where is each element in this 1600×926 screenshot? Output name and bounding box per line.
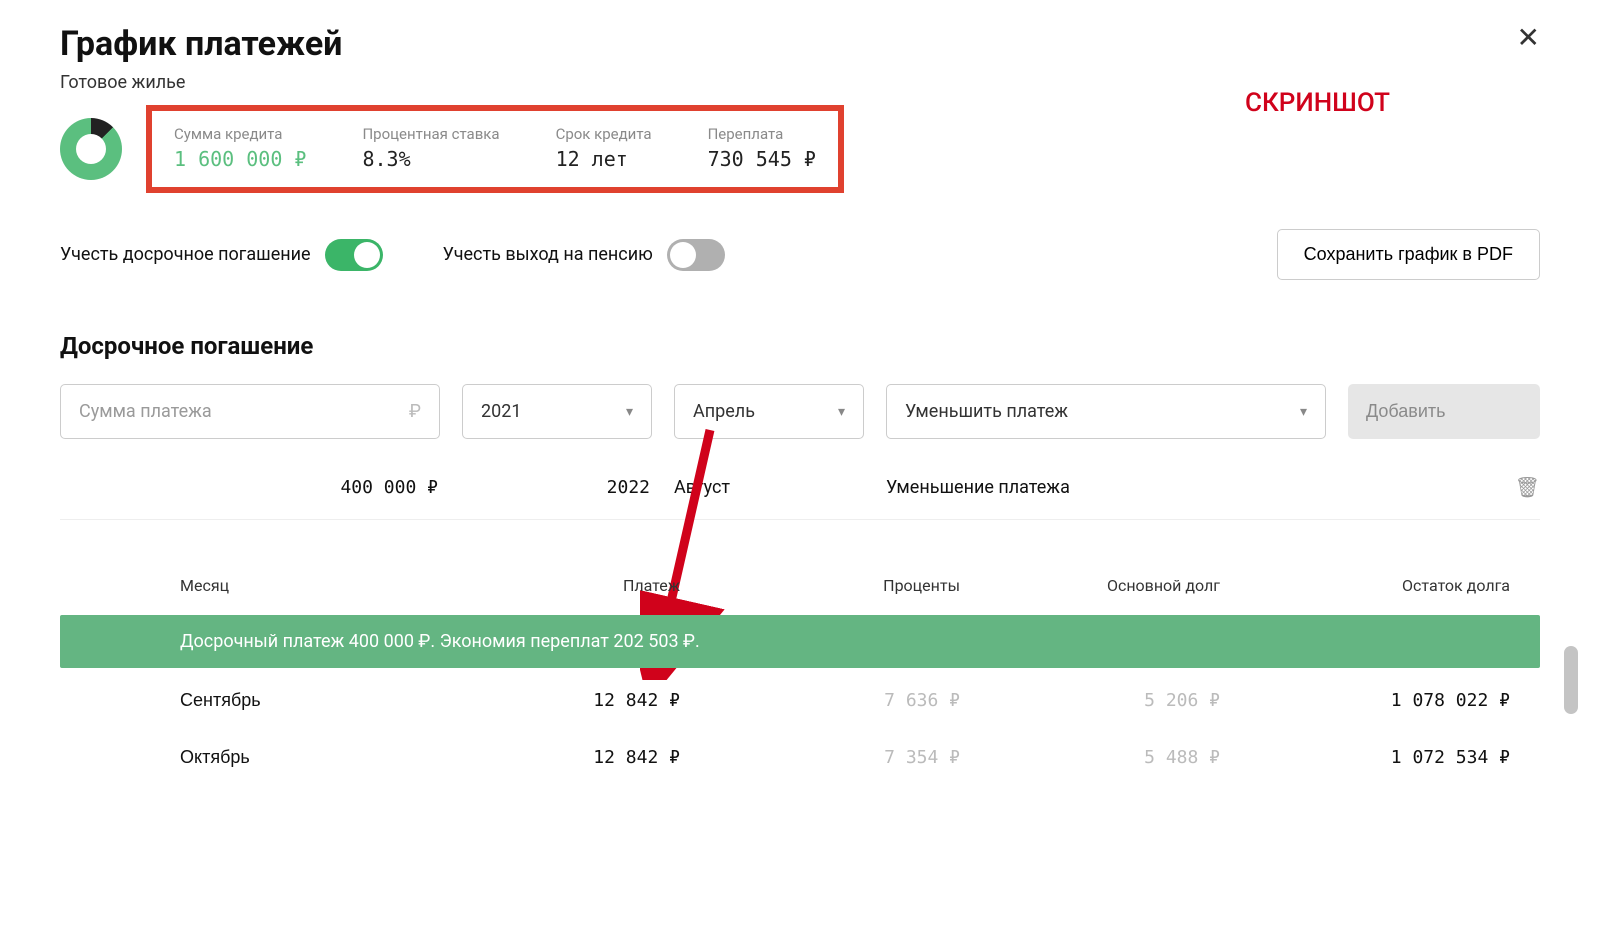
- cell-interest: 7 354 ₽: [680, 747, 960, 768]
- existing-year: 2022: [462, 477, 674, 498]
- existing-amount: 400 000 ₽: [60, 477, 462, 498]
- scrollbar-thumb[interactable]: [1564, 646, 1578, 714]
- repayment-action-select[interactable]: Уменьшить платеж ▾: [886, 384, 1326, 439]
- th-month: Месяц: [60, 576, 400, 595]
- toggle-pension[interactable]: [667, 239, 725, 271]
- cell-month: Октябрь: [60, 747, 400, 768]
- page-title: График платежей: [60, 24, 342, 64]
- toggle-early-repayment[interactable]: [325, 239, 383, 271]
- table-row: Сентябрь 12 842 ₽ 7 636 ₽ 5 206 ₽ 1 078 …: [60, 672, 1540, 729]
- toggle-pension-label: Учесть выход на пенсию: [443, 244, 653, 265]
- trash-icon[interactable]: 🗑: [1515, 475, 1540, 499]
- cell-balance: 1 078 022 ₽: [1220, 690, 1540, 711]
- th-interest: Проценты: [680, 576, 960, 595]
- cell-principal: 5 206 ₽: [960, 690, 1220, 711]
- overpay-label: Переплата: [708, 125, 816, 143]
- table-header: Месяц Платеж Проценты Основной долг Оста…: [60, 576, 1540, 611]
- th-principal: Основной долг: [960, 576, 1220, 595]
- chevron-down-icon: ▾: [626, 404, 633, 420]
- existing-month: Август: [674, 477, 886, 498]
- overpay-value: 730 545 ₽: [708, 147, 816, 171]
- loan-amount-value: 1 600 000 ₽: [174, 147, 306, 171]
- cell-payment: 12 842 ₽: [400, 747, 680, 768]
- cell-month: Сентябрь: [60, 690, 400, 711]
- annotation-screenshot-label: СКРИНШОТ: [1245, 88, 1390, 118]
- existing-effect: Уменьшение платежа: [886, 477, 1515, 498]
- save-pdf-button[interactable]: Сохранить график в PDF: [1277, 229, 1540, 280]
- cell-balance: 1 072 534 ₽: [1220, 747, 1540, 768]
- existing-early-payment-row: 400 000 ₽ 2022 Август Уменьшение платежа…: [60, 475, 1540, 520]
- loan-summary-box: Сумма кредита 1 600 000 ₽ Процентная ста…: [146, 105, 844, 193]
- rate-value: 8.3%: [362, 147, 499, 171]
- close-icon[interactable]: ✕: [1517, 24, 1540, 52]
- month-select[interactable]: Апрель ▾: [674, 384, 864, 439]
- cell-principal: 5 488 ₽: [960, 747, 1220, 768]
- loan-amount-label: Сумма кредита: [174, 125, 306, 143]
- early-repayment-title: Досрочное погашение: [60, 332, 1540, 360]
- rate-label: Процентная ставка: [362, 125, 499, 143]
- th-balance: Остаток долга: [1220, 576, 1540, 595]
- cell-interest: 7 636 ₽: [680, 690, 960, 711]
- term-value: 12 лет: [556, 147, 652, 171]
- cell-payment: 12 842 ₽: [400, 690, 680, 711]
- year-select[interactable]: 2021 ▾: [462, 384, 652, 439]
- donut-chart: [60, 118, 122, 180]
- term-label: Срок кредита: [556, 125, 652, 143]
- toggle-early-label: Учесть досрочное погашение: [60, 244, 311, 265]
- chevron-down-icon: ▾: [838, 404, 845, 420]
- add-button[interactable]: Добавить: [1348, 384, 1540, 439]
- chevron-down-icon: ▾: [1300, 404, 1307, 420]
- ruble-icon: ₽: [409, 401, 421, 422]
- payment-amount-input[interactable]: Сумма платежа ₽: [60, 384, 440, 439]
- th-payment: Платеж: [400, 576, 680, 595]
- early-payment-banner: Досрочный платеж 400 000 ₽. Экономия пер…: [60, 615, 1540, 668]
- table-row: Октябрь 12 842 ₽ 7 354 ₽ 5 488 ₽ 1 072 5…: [60, 729, 1540, 786]
